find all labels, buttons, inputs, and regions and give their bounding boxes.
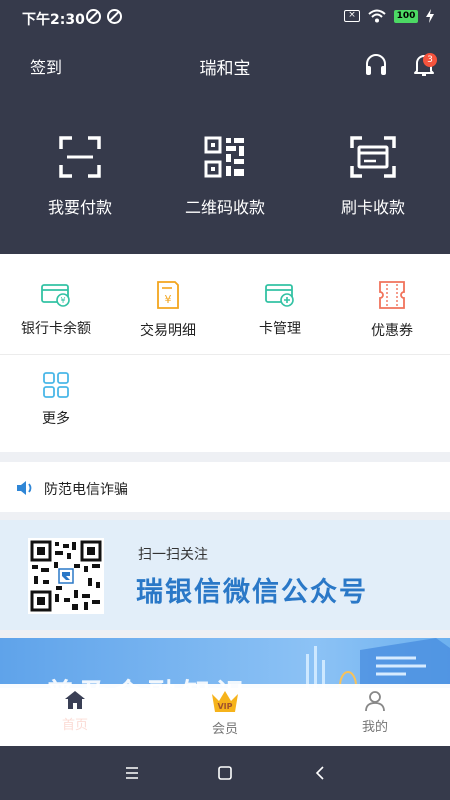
tab-profile[interactable]: 我的 [300,690,450,735]
qr-title: 瑞银信微信公众号 [136,577,368,608]
scan-frame-icon [59,136,101,178]
grid-divider [0,354,450,355]
profile-icon [365,691,385,712]
more-grid-icon [43,372,69,398]
notice-text: 防范电信诈骗 [44,482,128,498]
svg-text:VIP: VIP [217,702,232,711]
card-swipe-icon [350,136,396,178]
notice-bar[interactable]: 防范电信诈骗 [0,462,450,512]
home-icon [65,691,85,709]
transaction-detail-icon: ¥ [157,281,179,309]
notification-app-icon [107,9,122,24]
tab-label: 首页 [61,718,88,733]
feature-label: 更多 [42,411,70,427]
status-bar: 下午2:30 × 100 [0,0,450,36]
feature-label: 银行卡余额 [21,321,91,337]
feature-label: 交易明细 [140,323,196,339]
qr-subtitle: 扫一扫关注 [138,547,208,563]
bottom-tab-bar: 首页 VIP 会员 我的 [0,684,450,746]
pay-action-label: 二维码收款 [184,198,265,217]
qr-code-icon [204,136,244,178]
feature-grid: ¥ 银行卡余额 ¥ 交易明细 卡管理 优惠券 更多 [0,254,450,452]
wechat-qr-code [28,538,104,614]
svg-text:¥: ¥ [60,296,65,305]
speaker-icon [17,481,32,495]
feature-label: 卡管理 [259,321,301,337]
status-time: 下午2:30 [22,12,85,28]
feature-card-manage[interactable]: 卡管理 [224,280,336,338]
tab-member[interactable]: VIP 会员 [150,690,300,737]
back-icon[interactable] [312,765,328,781]
feature-more[interactable]: 更多 [0,372,112,428]
coupon-icon [379,281,405,309]
wechat-qr-banner[interactable]: 扫一扫关注 瑞银信微信公众号 [0,520,450,630]
tab-home[interactable]: 首页 [0,690,150,733]
feature-coupon[interactable]: 优惠券 [336,280,448,340]
feature-label: 优惠券 [371,323,413,339]
pay-action-card[interactable]: 刷卡收款 [298,136,448,218]
notification-badge: 3 [423,53,437,67]
home-square-icon[interactable] [217,765,233,781]
header: 签到 瑞和宝 3 我要付款 二维码收款 刷卡收款 [0,36,450,254]
bank-card-balance-icon: ¥ [41,284,70,307]
charging-icon [426,9,434,23]
card-manage-icon [265,284,294,307]
vip-crown-icon: VIP [212,691,238,712]
notification-app-icon [86,9,101,24]
no-sim-icon: × [344,10,360,22]
headset-icon[interactable] [364,52,388,78]
system-nav-bar [0,746,450,800]
svg-text:¥: ¥ [165,293,172,306]
pay-action-pay[interactable]: 我要付款 [5,136,155,218]
pay-action-label: 我要付款 [47,198,112,217]
status-right: × 100 [344,9,434,23]
battery-icon: 100 [394,9,418,23]
pay-action-label: 刷卡收款 [340,198,405,217]
promo-banner[interactable]: 普及金融知识 [0,638,450,688]
status-notification-icons [86,9,122,24]
tab-label: 我的 [361,720,388,735]
tab-label: 会员 [211,722,238,737]
promo-illustration [306,638,450,688]
feature-bank-card-balance[interactable]: ¥ 银行卡余额 [0,280,112,338]
qr-code-image [30,540,102,612]
pay-action-qr[interactable]: 二维码收款 [150,136,300,218]
menu-icon[interactable] [124,765,140,781]
feature-transaction-detail[interactable]: ¥ 交易明细 [112,280,224,340]
wifi-icon [368,9,386,23]
